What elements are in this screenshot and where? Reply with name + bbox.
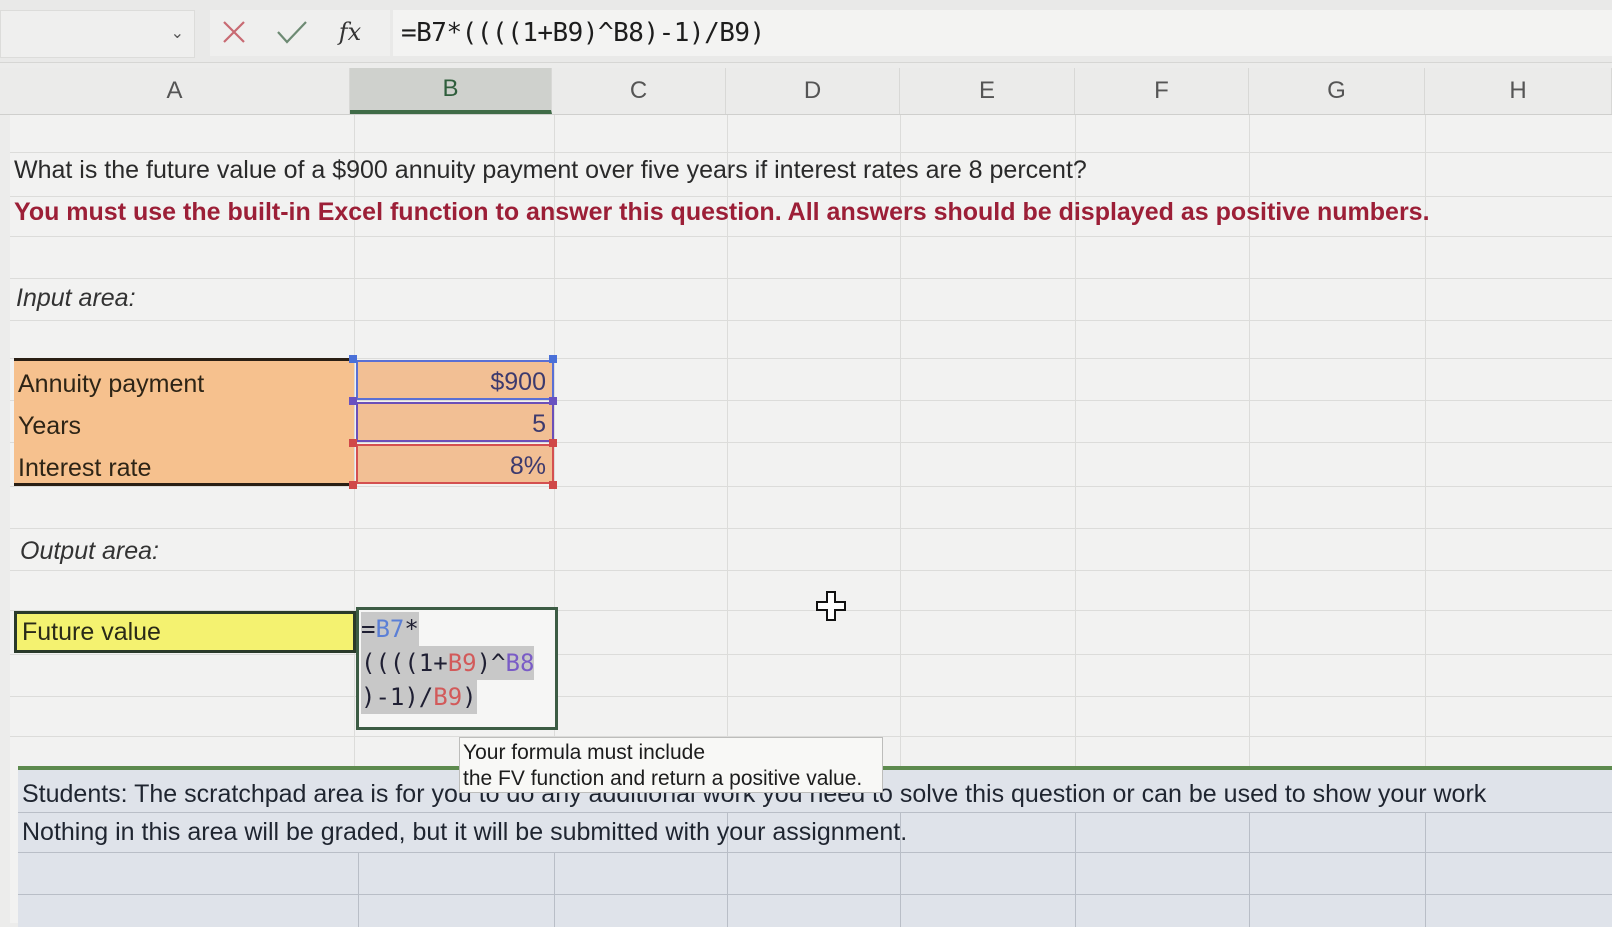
gridline — [10, 486, 1612, 487]
column-header-h[interactable]: H — [1425, 68, 1612, 114]
input-label-years: Years — [18, 412, 82, 440]
instruction-text: You must use the built-in Excel function… — [14, 198, 1430, 226]
formula-token: = — [361, 615, 376, 643]
formula-token: )^ — [476, 649, 506, 677]
gridline — [18, 894, 1612, 895]
formula-ref-b9: B9 — [447, 649, 477, 677]
gridline — [554, 852, 555, 927]
column-header-c[interactable]: C — [552, 68, 726, 114]
formula-token: ) — [462, 683, 477, 711]
question-text: What is the future value of a $900 annui… — [14, 156, 1087, 184]
gridline — [18, 852, 1612, 853]
formula-token: ((((1+ — [361, 649, 448, 677]
gridline — [10, 570, 1612, 571]
formula-bar: ⌄ fx =B7*((((1+B9)^B8)-1)/B9) — [0, 0, 1612, 63]
column-header-g[interactable]: G — [1249, 68, 1425, 114]
input-labels-block: Annuity payment Years Interest rate — [14, 358, 354, 486]
name-box[interactable]: ⌄ — [0, 10, 195, 58]
scratchpad-text-line-2: Nothing in this area will be graded, but… — [22, 818, 908, 846]
column-header-f[interactable]: F — [1075, 68, 1249, 114]
range-handle[interactable] — [349, 481, 357, 489]
tooltip-line-2: the FV function and return a positive va… — [463, 767, 863, 790]
gridline — [1249, 812, 1250, 927]
cell-b8-years[interactable]: 5 — [356, 402, 554, 442]
gridline — [358, 852, 359, 927]
cancel-button[interactable] — [216, 12, 252, 52]
checkmark-icon — [277, 21, 307, 44]
input-area-label: Input area: — [16, 284, 136, 312]
gridline — [1075, 812, 1076, 927]
formula-token: * — [404, 615, 419, 643]
column-headers: A B C D E F G H — [0, 68, 1612, 115]
range-handle[interactable] — [349, 355, 357, 363]
gridline — [10, 196, 1612, 197]
tooltip-line-1: Your formula must include — [463, 741, 706, 764]
range-handle[interactable] — [549, 481, 557, 489]
insert-function-button[interactable]: fx — [332, 12, 368, 52]
gridline — [18, 812, 1612, 813]
gridline — [10, 696, 1612, 697]
enter-button[interactable] — [272, 12, 312, 52]
future-value-label: Future value — [14, 611, 356, 653]
formula-ref-b8: B8 — [505, 649, 535, 677]
range-handle[interactable] — [349, 439, 357, 447]
range-handle[interactable] — [349, 397, 357, 405]
function-icon: fx — [338, 18, 362, 46]
column-header-e[interactable]: E — [900, 68, 1075, 114]
column-header-d[interactable]: D — [726, 68, 900, 114]
gridline — [10, 528, 1612, 529]
formula-token: )-1)/ — [361, 683, 434, 711]
column-header-a[interactable]: A — [0, 68, 350, 114]
cell-b9-interest-rate[interactable]: 8% — [356, 444, 554, 484]
input-label-interest-rate: Interest rate — [18, 454, 152, 482]
range-handle[interactable] — [549, 439, 557, 447]
validation-tooltip: Your formula must include the FV functio… — [459, 737, 883, 793]
formula-ref-b7: B7 — [375, 615, 405, 643]
range-handle[interactable] — [549, 355, 557, 363]
gridline — [10, 152, 1612, 153]
x-icon — [223, 21, 245, 43]
gridline — [10, 320, 1612, 321]
cell-b11-editing[interactable]: =B7* ((((1+B9)^B8 )-1)/B9) — [356, 607, 558, 730]
formula-input[interactable]: =B7*((((1+B9)^B8)-1)/B9) — [393, 10, 1612, 56]
cell-b7-annuity-payment[interactable]: $900 — [356, 360, 554, 400]
formula-ref-b9: B9 — [433, 683, 463, 711]
gridline — [1425, 812, 1426, 927]
gridline — [10, 278, 1612, 279]
gridline — [10, 654, 1612, 655]
range-handle[interactable] — [549, 397, 557, 405]
column-header-b[interactable]: B — [350, 68, 552, 114]
output-area-label: Output area: — [20, 537, 159, 565]
chevron-down-icon[interactable]: ⌄ — [171, 23, 184, 43]
cell-select-cursor-icon — [816, 591, 846, 621]
input-label-annuity-payment: Annuity payment — [18, 370, 205, 398]
gridline — [10, 236, 1612, 237]
